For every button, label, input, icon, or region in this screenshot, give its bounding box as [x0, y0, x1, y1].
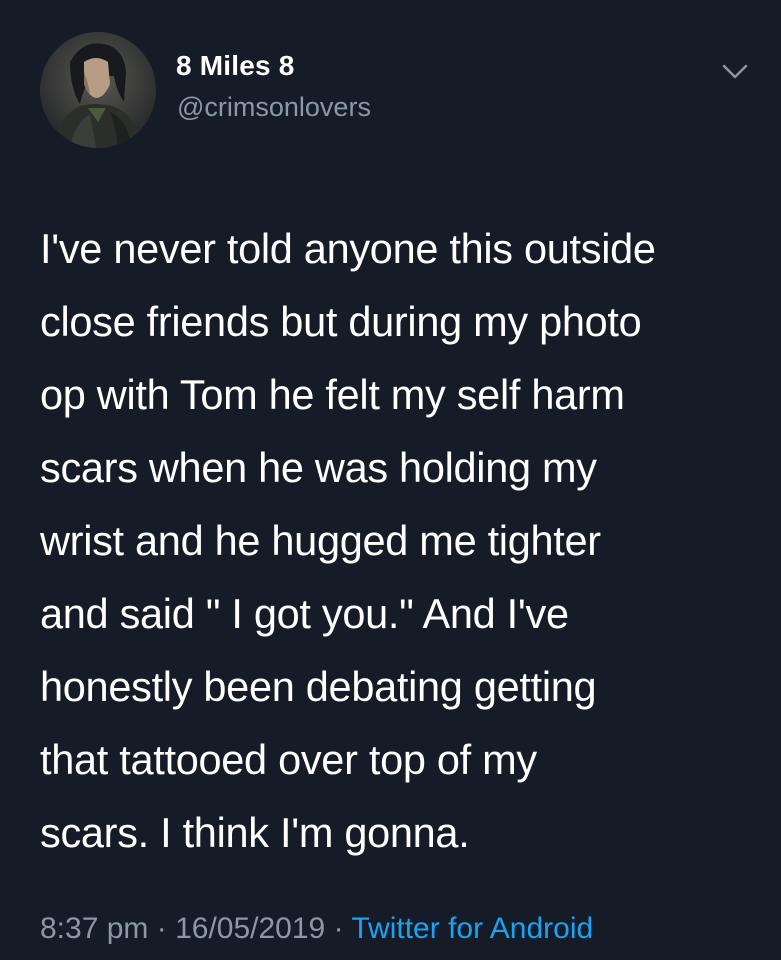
meta-separator: ·	[333, 912, 344, 945]
tweet-line: wrist and he hugged me tighter	[40, 517, 601, 564]
meta-separator: ·	[156, 912, 167, 945]
user-handle[interactable]: @crimsonlovers	[177, 92, 371, 123]
tweet-time[interactable]: 8:37 pm	[40, 912, 148, 945]
tweet-line: scars. I think I'm gonna.	[40, 809, 470, 856]
chevron-down-icon[interactable]	[720, 60, 750, 84]
tweet-line: scars when he was holding my	[40, 444, 597, 491]
avatar[interactable]	[40, 32, 156, 148]
tweet-source-link[interactable]: Twitter for Android	[351, 912, 593, 945]
tweet-line: close friends but during my photo	[40, 298, 642, 345]
tweet-line: and said " I got you." And I've	[40, 590, 569, 637]
tweet-date[interactable]: 16/05/2019	[175, 912, 325, 945]
tweet-line: honestly been debating getting	[40, 663, 597, 710]
display-name[interactable]: 8 Miles 8	[176, 50, 295, 82]
tweet-line: that tattooed over top of my	[40, 736, 537, 783]
tweet-text: I've never told anyone this outside clos…	[40, 212, 752, 869]
avatar-image	[40, 32, 156, 148]
tweet-line: op with Tom he felt my self harm	[40, 371, 625, 418]
tweet-card: 8 Miles 8 @crimsonlovers I've never told…	[0, 0, 781, 960]
tweet-line: I've never told anyone this outside	[40, 225, 656, 272]
tweet-meta: 8:37 pm · 16/05/2019 · Twitter for Andro…	[40, 912, 593, 946]
